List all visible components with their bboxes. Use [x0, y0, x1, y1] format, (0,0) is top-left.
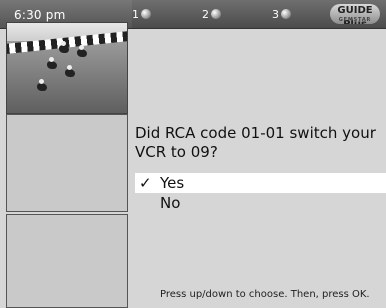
checkmark-icon: ✓ [139, 174, 152, 192]
answer-options: ✓ Yes No [135, 173, 386, 213]
rider-image [47, 57, 57, 69]
slot-indicator-icon [281, 9, 291, 19]
slot-2: 2 [202, 8, 221, 21]
ad-panel-bottom [6, 214, 128, 308]
slot-3: 3 [272, 8, 291, 21]
slot-indicator-icon [211, 9, 221, 19]
rider-image [65, 65, 75, 77]
current-time: 6:30 pm [14, 8, 66, 22]
rider-image [77, 45, 87, 57]
slot-1: 1 [132, 8, 151, 21]
option-label: No [160, 194, 181, 212]
question-text: Did RCA code 01-01 switch your VCR to 09… [135, 124, 376, 161]
instruction-hint: Press up/down to choose. Then, press OK. [160, 289, 370, 300]
rider-image [37, 79, 47, 91]
slot-indicator-icon [141, 9, 151, 19]
guide-plus-logo: GUIDE Plus GEMSTAR [330, 4, 380, 24]
top-banner: 1 2 3 GUIDE Plus GEMSTAR [132, 0, 386, 29]
option-label: Yes [160, 174, 185, 192]
ad-panel-top [6, 114, 128, 212]
option-no[interactable]: No [135, 193, 386, 213]
video-preview [6, 22, 128, 114]
option-yes[interactable]: ✓ Yes [135, 173, 386, 193]
rider-image [59, 41, 69, 53]
guide-screen: 6:30 pm 1 2 3 GUIDE Plus GEMSTAR Did RCA… [0, 0, 386, 308]
